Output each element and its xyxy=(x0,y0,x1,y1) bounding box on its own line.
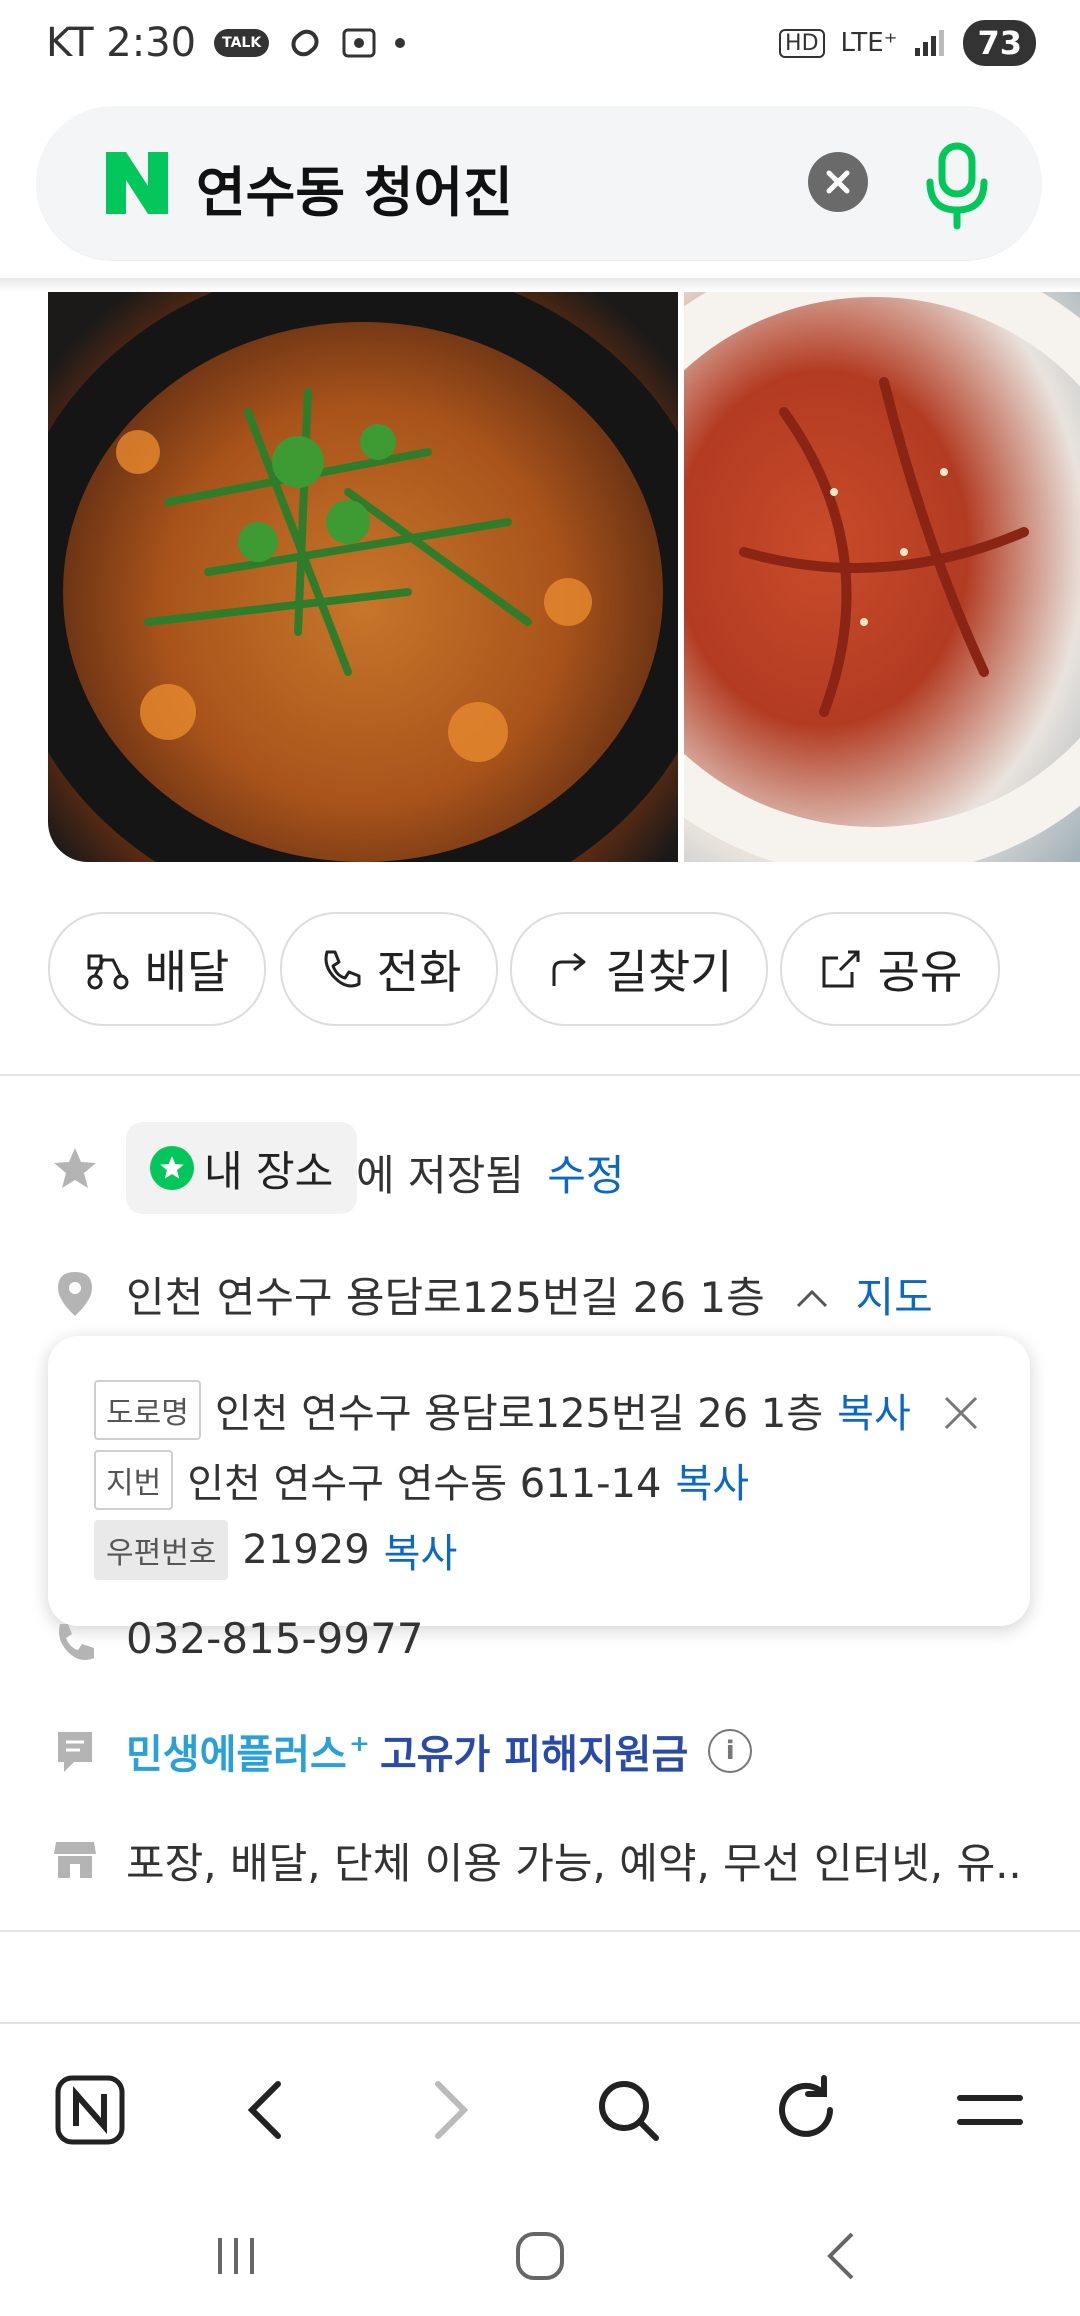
map-link[interactable]: 지도 xyxy=(856,1273,933,1322)
clear-search-button[interactable] xyxy=(808,152,868,212)
zip-code-value: 21929 xyxy=(242,1527,370,1573)
my-place-pill[interactable]: 내 장소 xyxy=(126,1122,358,1214)
call-label: 전화 xyxy=(376,945,462,999)
info-icon[interactable]: i xyxy=(708,1729,753,1773)
close-icon xyxy=(826,170,850,194)
location-pin-icon xyxy=(58,1272,92,1316)
directions-label: 길찾기 xyxy=(605,945,733,999)
copy-road-address-button[interactable]: 복사 xyxy=(837,1381,911,1439)
saved-suffix: 에 저장됨 xyxy=(356,1151,524,1200)
road-address-row: 도로명 인천 연수구 용담로125번길 26 1층 복사 xyxy=(94,1380,911,1440)
delivery-button[interactable]: 배달 xyxy=(48,912,266,1026)
octopus-illustration xyxy=(684,292,1080,862)
zip-code-tag: 우편번호 xyxy=(94,1520,229,1580)
search-query[interactable]: 연수동 청어진 xyxy=(196,148,513,227)
lot-address-row: 지번 인천 연수구 연수동 611-14 복사 xyxy=(94,1450,749,1510)
lot-address-tag: 지번 xyxy=(94,1450,174,1510)
forward-icon[interactable] xyxy=(408,2070,488,2150)
hd-icon: HD xyxy=(779,28,825,58)
lte-indicator: LTE⁺ xyxy=(840,28,898,58)
chevron-up-icon[interactable] xyxy=(792,1282,832,1312)
share-label: 공유 xyxy=(877,945,963,999)
road-address-value: 인천 연수구 용담로125번길 26 1층 xyxy=(214,1391,824,1437)
mic-icon[interactable] xyxy=(912,134,1002,234)
system-nav-bar xyxy=(0,2190,1080,2316)
naver-home-icon[interactable] xyxy=(50,2070,130,2150)
green-star-icon xyxy=(150,1146,194,1190)
directions-arrow-icon xyxy=(552,952,586,986)
address-main: 인천 연수구 용담로125번길 26 1층 xyxy=(126,1273,765,1322)
services-text[interactable]: 포장, 배달, 단체 이용 가능, 예약, 무선 인터넷, 유... xyxy=(126,1830,1026,1891)
naver-logo-icon[interactable] xyxy=(100,146,174,220)
address-row[interactable]: 인천 연수구 용담로125번길 26 1층 지도 xyxy=(126,1264,933,1325)
copy-lot-address-button[interactable]: 복사 xyxy=(675,1451,749,1509)
stew-illustration xyxy=(48,292,678,862)
copy-zip-code-button[interactable]: 복사 xyxy=(384,1521,458,1579)
carrier-time: KT 2:30 xyxy=(46,20,197,66)
benefit-part1: 민생에플러스 xyxy=(126,1732,347,1778)
system-back-icon[interactable] xyxy=(812,2226,872,2286)
saved-status: 에 저장됨 수정 xyxy=(356,1142,625,1203)
edit-link[interactable]: 수정 xyxy=(547,1151,624,1200)
search-icon[interactable] xyxy=(588,2070,668,2150)
recent-apps-icon[interactable] xyxy=(206,2226,266,2286)
menu-icon[interactable] xyxy=(950,2070,1030,2150)
status-right: HD LTE⁺ 73 xyxy=(779,20,1036,66)
header-shadow xyxy=(0,278,1080,292)
scooter-icon xyxy=(87,954,129,990)
address-detail-popup: 도로명 인천 연수구 용담로125번길 26 1층 복사 지번 인천 연수구 연… xyxy=(48,1336,1030,1626)
browser-toolbar xyxy=(0,2022,1080,2192)
zip-code-row: 우편번호 21929 복사 xyxy=(94,1520,457,1580)
road-address-tag: 도로명 xyxy=(94,1380,201,1440)
signal-icon xyxy=(915,30,945,56)
lot-address-value: 인천 연수구 연수동 611-14 xyxy=(187,1461,662,1507)
share-button[interactable]: 공유 xyxy=(780,912,1000,1026)
benefit-part2: 고유가 피해지원금 xyxy=(379,1732,689,1778)
call-button[interactable]: 전화 xyxy=(280,912,498,1026)
search-bar[interactable]: 연수동 청어진 xyxy=(36,106,1042,260)
phone-row-icon xyxy=(59,1624,94,1660)
memo-icon xyxy=(58,1732,92,1772)
kakaotalk-icon: TALK xyxy=(214,29,270,57)
benefit-plus: ⁺ xyxy=(348,1728,370,1774)
link-icon xyxy=(291,29,319,57)
directions-button[interactable]: 길찾기 xyxy=(510,912,768,1026)
back-icon[interactable] xyxy=(228,2070,308,2150)
refresh-icon[interactable] xyxy=(766,2070,846,2150)
my-place-label: 내 장소 xyxy=(204,1146,334,1196)
photo-octopus[interactable] xyxy=(684,292,1080,862)
star-icon[interactable] xyxy=(50,1144,100,1194)
delivery-label: 배달 xyxy=(144,945,230,999)
battery-indicator: 73 xyxy=(963,20,1036,66)
section-divider xyxy=(0,1074,1080,1076)
phone-icon xyxy=(324,950,361,988)
section-divider-2 xyxy=(0,1930,1080,1932)
status-bar: KT 2:30 TALK HD LTE⁺ 73 xyxy=(0,0,1080,96)
dot-icon xyxy=(395,38,406,48)
share-icon xyxy=(822,950,860,988)
status-left: KT 2:30 TALK xyxy=(46,20,406,66)
close-popup-icon[interactable] xyxy=(938,1390,984,1436)
photo-stew[interactable] xyxy=(48,292,678,862)
phone-number[interactable]: 032-815-9977 xyxy=(126,1614,424,1663)
store-icon xyxy=(54,1842,96,1878)
home-icon[interactable] xyxy=(510,2226,570,2286)
screenshot-icon xyxy=(342,28,376,58)
benefit-banner[interactable]: 민생에플러스 ⁺ 고유가 피해지원금 i xyxy=(126,1722,753,1780)
